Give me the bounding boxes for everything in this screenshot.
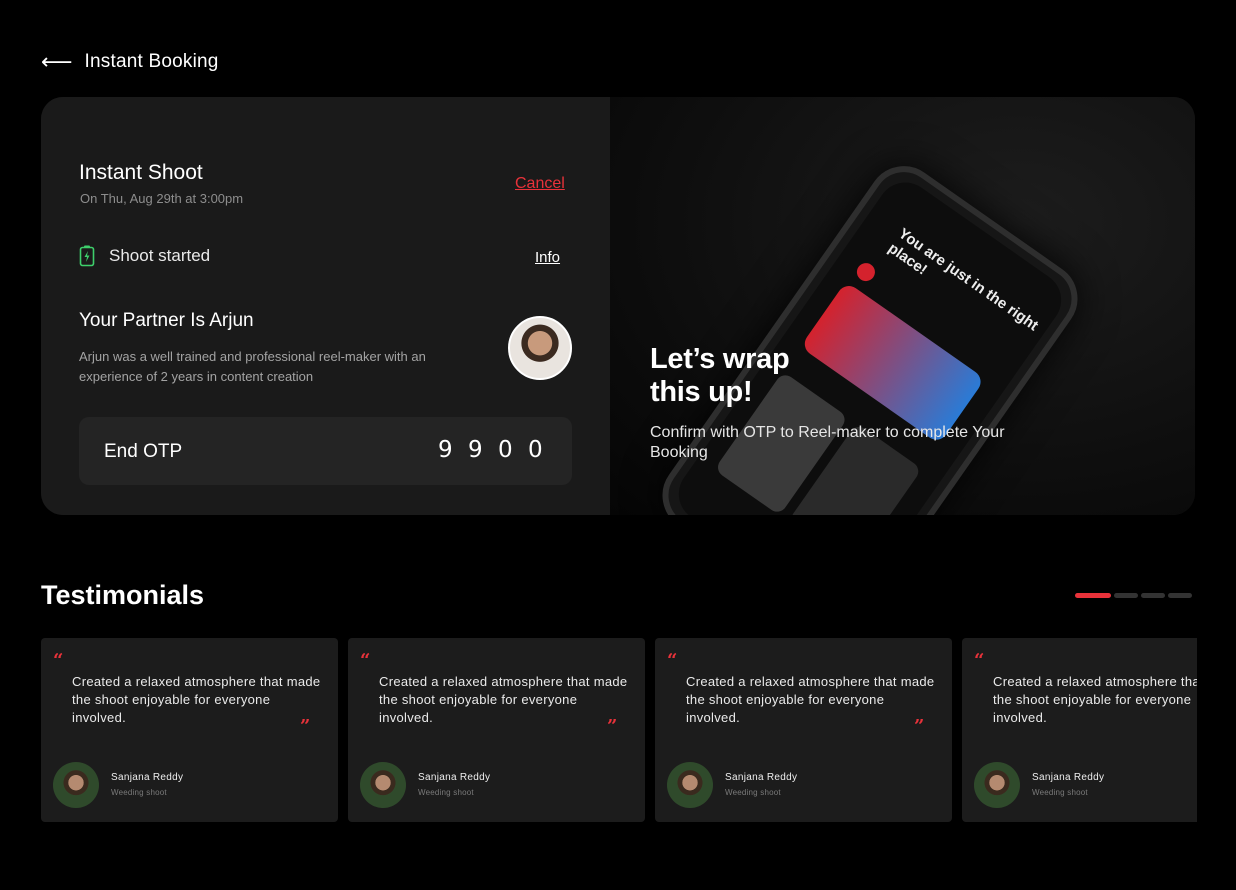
status-text: Shoot started bbox=[109, 246, 211, 265]
promo-subtitle: Confirm with OTP to Reel-maker to comple… bbox=[650, 424, 1005, 461]
quote-open-icon: “ bbox=[667, 650, 678, 671]
shoot-status: Shoot started bbox=[79, 245, 210, 267]
quote-close-icon: ” bbox=[607, 716, 618, 737]
reviewer-name: Sanjana Reddy bbox=[111, 772, 184, 783]
quote-close-icon: ” bbox=[914, 716, 925, 737]
partner-title: Your Partner Is Arjun bbox=[79, 310, 254, 331]
booking-details-panel: Instant Shoot On Thu, Aug 29th at 3:00pm… bbox=[41, 97, 610, 515]
otp-digit: 9 bbox=[438, 437, 453, 463]
testimonial-card: “ Created a relaxed atmosphere that made… bbox=[655, 638, 952, 822]
otp-label: End OTP bbox=[104, 441, 183, 462]
testimonial-text: Created a relaxed atmosphere that made t… bbox=[686, 674, 935, 725]
partner-avatar bbox=[508, 316, 572, 380]
page-header: ⟵ Instant Booking bbox=[41, 50, 219, 74]
quote-open-icon: “ bbox=[974, 650, 985, 671]
battery-charging-icon bbox=[79, 245, 95, 267]
quote-close-icon: ” bbox=[300, 716, 311, 737]
quote-open-icon: “ bbox=[360, 650, 371, 671]
testimonial-text: Created a relaxed atmosphere that made t… bbox=[993, 674, 1197, 725]
otp-box: End OTP 9 9 0 0 bbox=[79, 417, 572, 485]
otp-digit: 0 bbox=[498, 437, 513, 463]
pager-dot[interactable] bbox=[1168, 593, 1192, 598]
reviewer-avatar bbox=[53, 762, 99, 808]
arrow-left-icon[interactable]: ⟵ bbox=[41, 50, 73, 74]
testimonial-card: “ Created a relaxed atmosphere that made… bbox=[348, 638, 645, 822]
otp-digit: 0 bbox=[528, 437, 543, 463]
info-link[interactable]: Info bbox=[535, 249, 560, 266]
testimonial-carousel[interactable]: “ Created a relaxed atmosphere that made… bbox=[41, 638, 1197, 822]
testimonial-list: “ Created a relaxed atmosphere that made… bbox=[41, 638, 1197, 822]
reviewer-role: Weeding shoot bbox=[111, 788, 167, 797]
booking-card: Instant Shoot On Thu, Aug 29th at 3:00pm… bbox=[41, 97, 1195, 515]
pager-dot[interactable] bbox=[1141, 593, 1165, 598]
testimonial-card: “ Created a relaxed atmosphere that made… bbox=[962, 638, 1197, 822]
quote-open-icon: “ bbox=[53, 650, 64, 671]
otp-digit: 9 bbox=[468, 437, 483, 463]
partner-description: Arjun was a well trained and professiona… bbox=[79, 349, 426, 384]
pager-dot[interactable] bbox=[1075, 593, 1111, 598]
reviewer-avatar bbox=[360, 762, 406, 808]
reviewer-avatar bbox=[974, 762, 1020, 808]
testimonial-text: Created a relaxed atmosphere that made t… bbox=[72, 674, 321, 725]
shoot-title: Instant Shoot bbox=[79, 161, 203, 184]
reviewer-name: Sanjana Reddy bbox=[418, 772, 491, 783]
carousel-pager bbox=[1075, 593, 1192, 598]
testimonial-card: “ Created a relaxed atmosphere that made… bbox=[41, 638, 338, 822]
promo-title-line: this up! bbox=[650, 376, 753, 408]
reviewer-avatar bbox=[667, 762, 713, 808]
promo-panel: You are just in the right place! Let’s w… bbox=[610, 97, 1195, 515]
promo-title: Let’s wrap this up! bbox=[650, 343, 790, 409]
page-title: Instant Booking bbox=[84, 51, 219, 72]
reviewer-role: Weeding shoot bbox=[1032, 788, 1088, 797]
promo-title-line: Let’s wrap bbox=[650, 343, 790, 375]
cancel-button[interactable]: Cancel bbox=[515, 175, 565, 193]
testimonials-heading: Testimonials bbox=[41, 580, 205, 610]
reviewer-name: Sanjana Reddy bbox=[1032, 772, 1105, 783]
testimonial-text: Created a relaxed atmosphere that made t… bbox=[379, 674, 628, 725]
reviewer-role: Weeding shoot bbox=[418, 788, 474, 797]
pager-dot[interactable] bbox=[1114, 593, 1138, 598]
otp-digits: 9 9 0 0 bbox=[438, 437, 543, 463]
reviewer-name: Sanjana Reddy bbox=[725, 772, 798, 783]
plus-icon bbox=[853, 259, 879, 285]
reviewer-role: Weeding shoot bbox=[725, 788, 781, 797]
shoot-date: On Thu, Aug 29th at 3:00pm bbox=[80, 191, 244, 206]
